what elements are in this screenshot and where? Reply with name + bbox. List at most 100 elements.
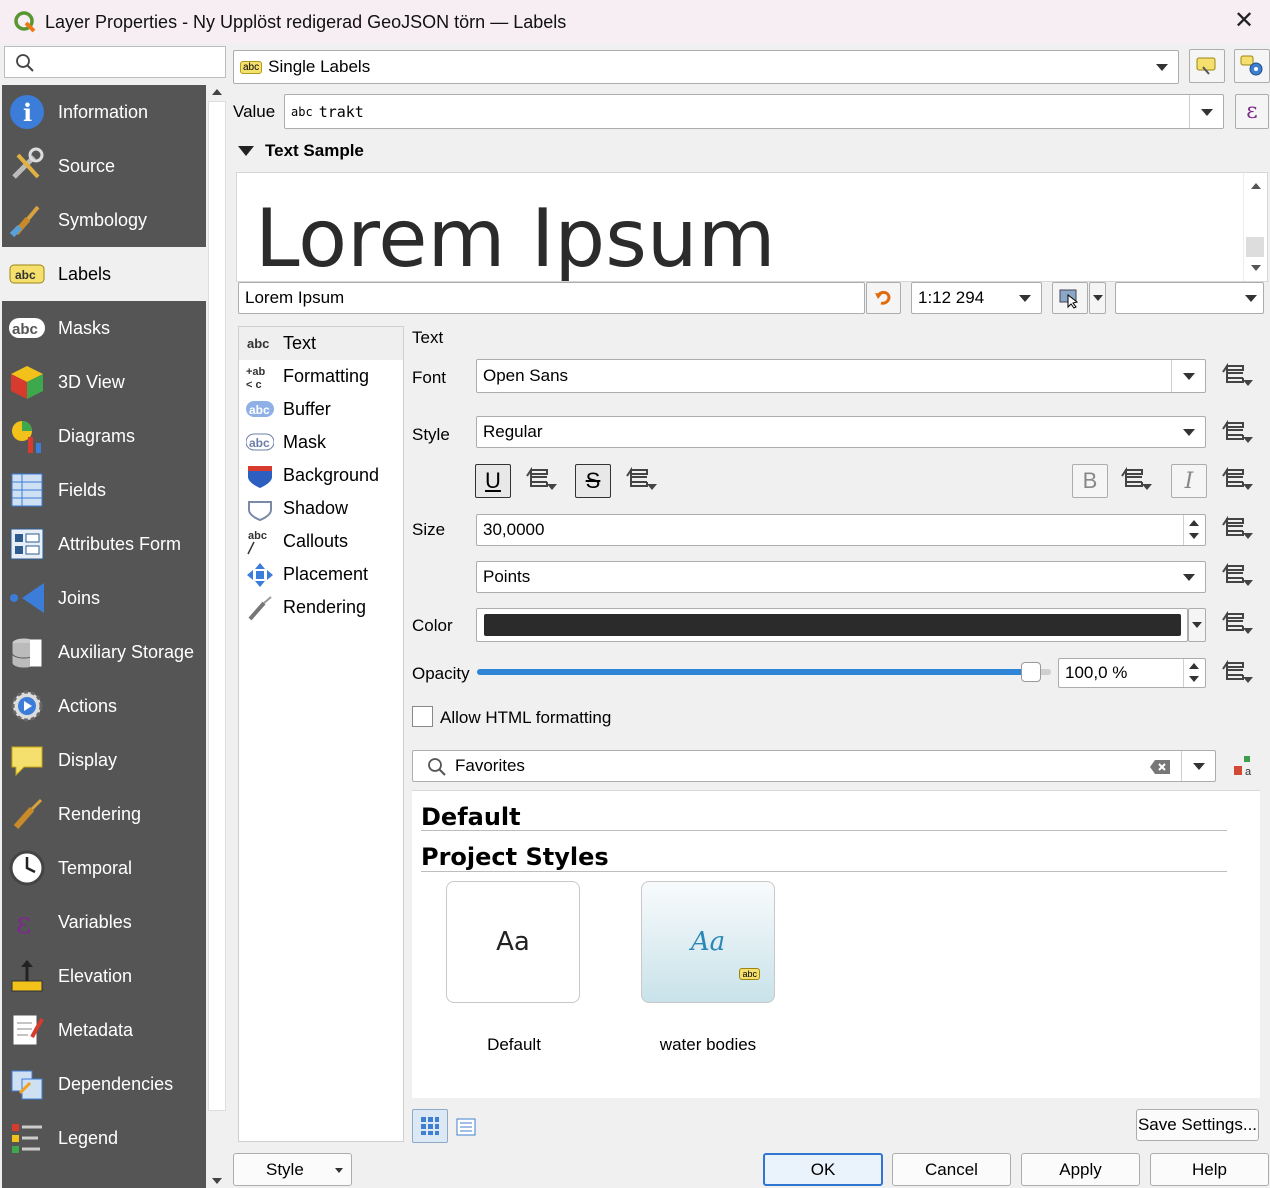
expression-builder-button[interactable]: ε: [1235, 94, 1269, 129]
sidebar-item-symbology[interactable]: Symbology: [2, 193, 206, 247]
opacity-slider[interactable]: [477, 662, 1051, 682]
tab-text[interactable]: abc Text: [239, 327, 403, 360]
color-options-dropdown[interactable]: [1188, 608, 1206, 642]
scroll-up-icon[interactable]: [212, 89, 222, 95]
epsilon-icon: ε: [8, 903, 46, 941]
allow-html-checkbox[interactable]: [412, 706, 433, 727]
sidebar-search-input[interactable]: [4, 46, 226, 78]
color-swatch: [484, 614, 1181, 636]
preview-options-dropdown[interactable]: [1089, 282, 1106, 314]
sidebar-item-dependencies[interactable]: Dependencies: [2, 1057, 206, 1111]
apply-button[interactable]: Apply: [1021, 1153, 1140, 1186]
tab-label: Background: [283, 465, 380, 485]
background-color-select[interactable]: [1115, 282, 1264, 314]
tab-callouts[interactable]: abc Callouts: [239, 525, 403, 558]
strikeout-button[interactable]: S: [575, 464, 611, 498]
ok-button[interactable]: OK: [763, 1153, 883, 1186]
rule-settings-button[interactable]: [1234, 49, 1270, 83]
save-settings-button[interactable]: Save Settings...: [1136, 1109, 1259, 1141]
window-title: Layer Properties - Ny Upplöst redigerad …: [45, 11, 567, 32]
labeling-mode-select[interactable]: abc Single Labels: [233, 50, 1179, 84]
size-spinbox[interactable]: 30,0000: [476, 514, 1206, 546]
style-search-input[interactable]: Favorites: [412, 750, 1216, 782]
tab-placement[interactable]: Placement: [239, 558, 403, 591]
data-defined-override-icon[interactable]: [1221, 562, 1255, 590]
font-style-select[interactable]: Regular: [476, 416, 1206, 448]
data-defined-override-icon[interactable]: [1120, 466, 1154, 494]
sidebar-item-actions[interactable]: Actions: [2, 679, 206, 733]
scroll-down-icon[interactable]: [212, 1178, 222, 1184]
data-defined-override-icon[interactable]: [1221, 362, 1255, 390]
placement-icon: [245, 562, 275, 588]
sidebar-item-attributes-form[interactable]: Attributes Form: [2, 517, 206, 571]
sidebar-item-fields[interactable]: Fields: [2, 463, 206, 517]
scale-select[interactable]: 1:12 294: [911, 282, 1042, 314]
tab-mask[interactable]: abc Mask: [239, 426, 403, 459]
clear-input-icon[interactable]: [1149, 759, 1171, 775]
sidebar-item-elevation[interactable]: Elevation: [2, 949, 206, 1003]
sidebar-item-temporal[interactable]: Temporal: [2, 841, 206, 895]
data-defined-override-icon[interactable]: [525, 466, 559, 494]
help-button[interactable]: Help: [1150, 1153, 1269, 1186]
value-expression-input[interactable]: abc trakt: [284, 94, 1224, 129]
reset-sample-button[interactable]: [866, 282, 901, 314]
color-button[interactable]: [476, 608, 1188, 642]
label-tool-button[interactable]: [1189, 49, 1225, 83]
sidebar-item-information[interactable]: i Information: [2, 85, 206, 139]
style-manager-icon[interactable]: a: [1232, 754, 1256, 778]
sidebar-item-variables[interactable]: ε Variables: [2, 895, 206, 949]
preview-canvas-button[interactable]: [1052, 282, 1088, 314]
sidebar-item-diagrams[interactable]: Diagrams: [2, 409, 206, 463]
sidebar-item-legend[interactable]: Legend: [2, 1111, 206, 1165]
sidebar-item-source[interactable]: Source: [2, 139, 206, 193]
sidebar-item-rendering[interactable]: Rendering: [2, 787, 206, 841]
list-view-button[interactable]: [452, 1113, 480, 1141]
data-defined-override-icon[interactable]: [625, 466, 659, 494]
data-defined-override-icon[interactable]: [1221, 466, 1255, 494]
preview-text: Lorem Ipsum: [255, 192, 776, 282]
style-menu-button[interactable]: Style: [233, 1153, 352, 1186]
data-defined-override-icon[interactable]: [1221, 515, 1255, 543]
sidebar-item-label: Attributes Form: [58, 533, 182, 554]
sidebar-item-joins[interactable]: Joins: [2, 571, 206, 625]
italic-button[interactable]: I: [1171, 464, 1207, 498]
opacity-stepper[interactable]: [1183, 659, 1205, 687]
size-stepper[interactable]: [1183, 515, 1205, 545]
icon-view-button[interactable]: [412, 1109, 448, 1143]
tab-rendering[interactable]: Rendering: [239, 591, 403, 624]
sidebar-item-auxiliary-storage[interactable]: Auxiliary Storage: [2, 625, 206, 679]
text-sample-header[interactable]: Text Sample: [265, 141, 364, 161]
tab-shadow[interactable]: Shadow: [239, 492, 403, 525]
search-icon: [16, 54, 34, 72]
scrollbar-thumb[interactable]: [208, 101, 226, 1111]
cancel-button[interactable]: Cancel: [892, 1153, 1011, 1186]
sidebar-item-masks[interactable]: abc Masks: [2, 301, 206, 355]
sidebar-item-label: Variables: [58, 911, 132, 932]
collapse-triangle-icon[interactable]: [238, 146, 254, 156]
sidebar-scrollbar[interactable]: [208, 85, 226, 1188]
style-tile-water-bodies[interactable]: Aa abc: [641, 881, 775, 1003]
tab-background[interactable]: Background: [239, 459, 403, 492]
svg-text:i: i: [23, 98, 32, 127]
underline-button[interactable]: U: [475, 464, 511, 498]
size-unit-select[interactable]: Points: [476, 561, 1206, 593]
data-defined-override-icon[interactable]: [1221, 610, 1255, 638]
sample-text-input[interactable]: Lorem Ipsum: [238, 282, 865, 314]
sidebar-item-metadata[interactable]: Metadata: [2, 1003, 206, 1057]
style-name-water-bodies: water bodies: [659, 1035, 757, 1054]
sidebar-item-labels[interactable]: abc Labels: [2, 247, 206, 301]
style-tile-default[interactable]: Aa: [446, 881, 580, 1003]
preview-scrollbar[interactable]: [1243, 173, 1267, 281]
tab-formatting[interactable]: +ab < c Formatting: [239, 360, 403, 393]
allow-html-label: Allow HTML formatting: [440, 708, 612, 727]
opacity-slider-handle[interactable]: [1021, 662, 1041, 682]
bold-button[interactable]: B: [1072, 464, 1108, 498]
font-select[interactable]: Open Sans: [476, 359, 1206, 393]
tab-buffer[interactable]: abc Buffer: [239, 393, 403, 426]
opacity-spinbox[interactable]: 100,0 %: [1058, 658, 1206, 688]
close-icon[interactable]: ✕: [1230, 7, 1258, 35]
data-defined-override-icon[interactable]: [1221, 659, 1255, 687]
sidebar-item-3d-view[interactable]: 3D View: [2, 355, 206, 409]
data-defined-override-icon[interactable]: [1221, 419, 1255, 447]
sidebar-item-display[interactable]: Display: [2, 733, 206, 787]
